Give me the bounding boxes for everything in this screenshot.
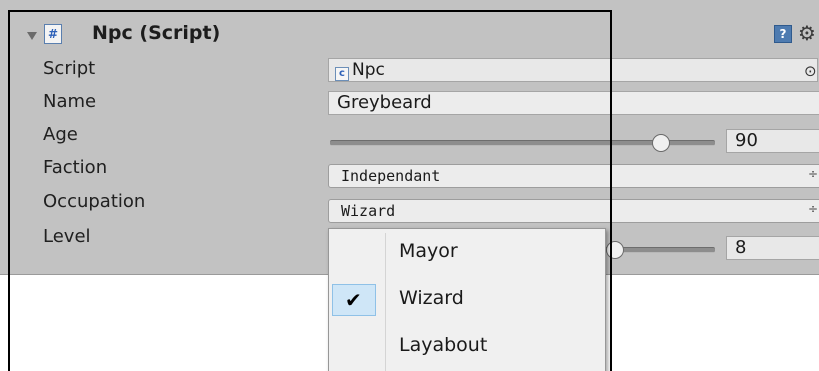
age-slider-thumb[interactable] <box>652 134 671 152</box>
script-file-icon: c <box>335 67 349 81</box>
component-title: Npc (Script) <box>92 22 221 44</box>
faction-dropdown[interactable]: Independant <box>328 164 819 188</box>
menu-item-label: Mayor <box>399 240 458 262</box>
level-slider-thumb[interactable] <box>605 241 624 259</box>
menu-item-label: Layabout <box>399 334 488 356</box>
menu-item-label: Wizard <box>399 287 464 309</box>
name-text-field[interactable]: Greybeard <box>328 91 819 115</box>
component-header[interactable]: # Npc (Script) ? ⚙ <box>0 20 819 58</box>
script-object-field[interactable]: c Npc <box>328 58 818 82</box>
occupation-label: Occupation <box>43 191 146 212</box>
faction-dropdown-arrow-icon[interactable]: ÷ <box>808 167 818 181</box>
foldout-arrow-icon[interactable] <box>27 32 37 40</box>
script-label: Script <box>43 58 96 79</box>
level-label: Level <box>43 226 91 247</box>
menu-item-layabout[interactable]: Layabout <box>329 327 605 367</box>
faction-label: Faction <box>43 157 108 178</box>
checkmark-icon: ✔ <box>345 288 362 312</box>
name-label: Name <box>43 91 97 112</box>
level-number-field[interactable]: 8 <box>726 236 819 260</box>
object-picker-target-icon[interactable]: ⊙ <box>804 62 817 80</box>
occupation-dropdown-arrow-icon[interactable]: ÷ <box>808 202 818 216</box>
help-icon[interactable]: ? <box>774 25 792 43</box>
checked-highlight: ✔ <box>332 284 376 316</box>
script-object-value: Npc <box>352 60 385 80</box>
csharp-script-icon: # <box>44 24 62 44</box>
screenshot-stage: # Npc (Script) ? ⚙ Script c Npc ⊙ Name Gr… <box>0 0 819 371</box>
occupation-dropdown[interactable]: Wizard <box>328 199 819 223</box>
age-number-field[interactable]: 90 <box>726 129 819 153</box>
menu-item-mayor[interactable]: Mayor <box>329 233 605 273</box>
occupation-dropdown-menu: Mayor ✔ Wizard Layabout <box>328 228 606 371</box>
age-label: Age <box>43 124 78 145</box>
settings-gear-icon[interactable]: ⚙ <box>798 22 816 44</box>
menu-item-wizard[interactable]: ✔ Wizard <box>329 280 605 320</box>
